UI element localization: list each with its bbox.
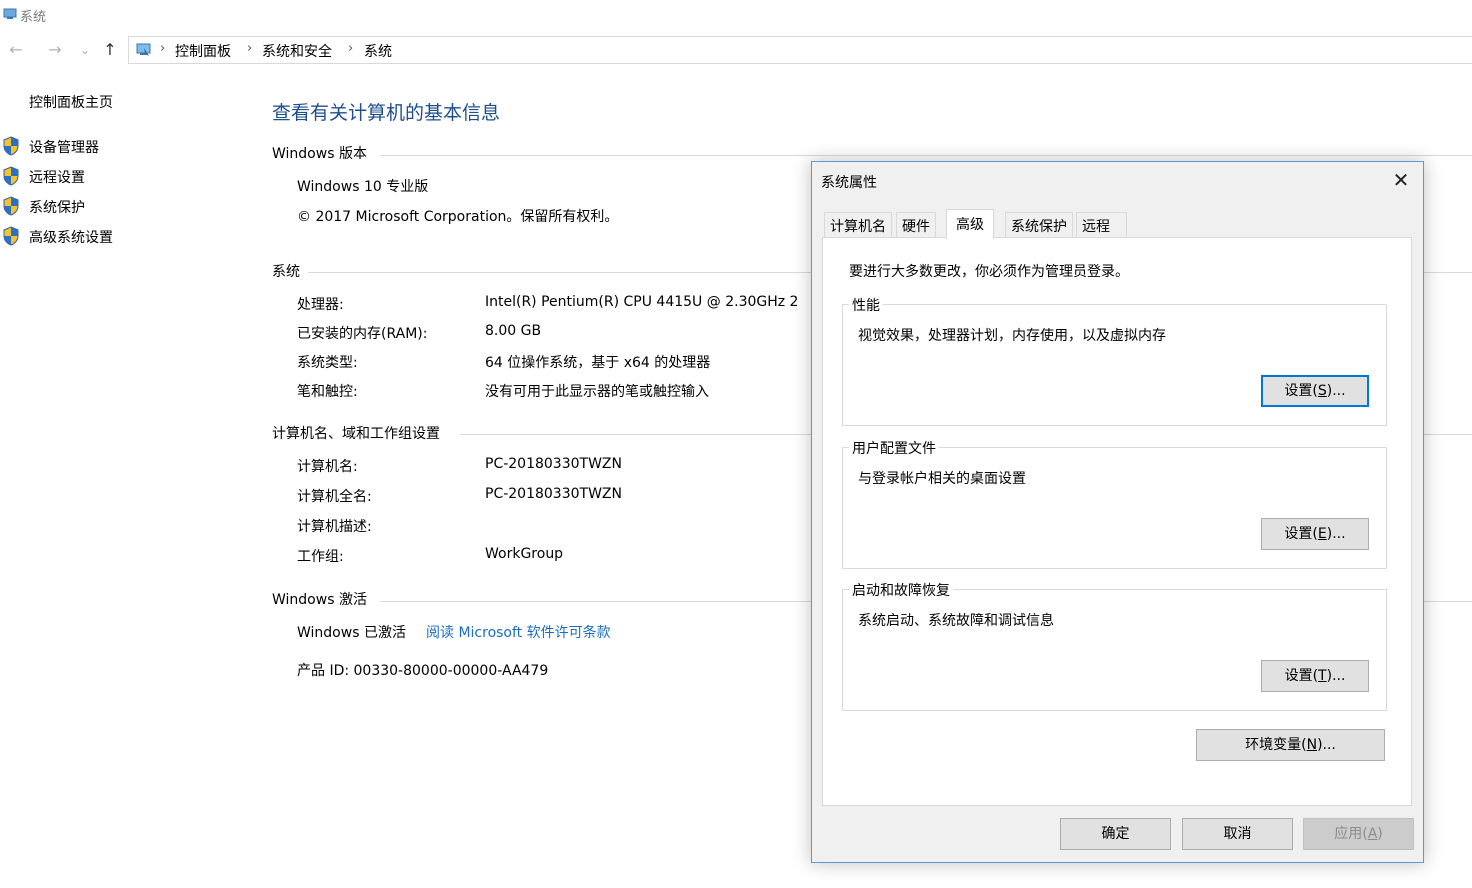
sidebar-item-system-protection[interactable]: 系统保护	[29, 197, 85, 217]
back-arrow-icon[interactable]: ←	[6, 40, 26, 60]
breadcrumb-system[interactable]: 系统	[364, 41, 392, 61]
system-type-label: 系统类型:	[297, 355, 358, 371]
computer-name-label: 计算机名:	[297, 459, 358, 475]
full-computer-name-value: PC-20180330TWZN	[485, 486, 622, 502]
computer-description-label: 计算机描述:	[297, 519, 372, 535]
ok-button[interactable]: 确定	[1060, 818, 1171, 850]
forward-arrow-icon[interactable]: →	[45, 40, 65, 60]
section-heading-windows-edition: Windows 版本	[272, 146, 367, 162]
computer-name-value: PC-20180330TWZN	[485, 456, 622, 472]
environment-variables-button[interactable]: 环境变量(N)...	[1196, 729, 1385, 761]
address-bar[interactable]: › 控制面板 › 系统和安全 › 系统	[128, 36, 1472, 64]
workgroup-label: 工作组:	[297, 549, 344, 565]
dialog-title: 系统属性	[821, 175, 877, 191]
window-title: 系统	[20, 10, 47, 25]
performance-group: 性能 视觉效果，处理器计划，内存使用，以及虚拟内存 设置(S)...	[842, 295, 1387, 426]
tab-system-protection[interactable]: 系统保护	[1005, 212, 1073, 238]
startup-recovery-group-desc: 系统启动、系统故障和调试信息	[858, 613, 1054, 629]
sidebar-item-remote-settings[interactable]: 远程设置	[29, 167, 85, 187]
user-profiles-group-title: 用户配置文件	[849, 438, 939, 458]
uac-shield-icon	[3, 226, 19, 246]
uac-shield-icon	[3, 136, 19, 156]
pen-touch-label: 笔和触控:	[297, 384, 358, 400]
uac-shield-icon	[3, 196, 19, 216]
section-heading-system: 系统	[272, 264, 300, 280]
processor-value: Intel(R) Pentium(R) CPU 4415U @ 2.30GHz …	[485, 294, 799, 310]
tab-computer-name[interactable]: 计算机名	[824, 212, 892, 238]
section-heading-computer-name: 计算机名、域和工作组设置	[272, 426, 440, 442]
performance-group-desc: 视觉效果，处理器计划，内存使用，以及虚拟内存	[858, 328, 1166, 344]
breadcrumb-separator: ›	[160, 41, 166, 56]
activation-status: Windows 已激活	[297, 625, 406, 641]
license-terms-link[interactable]: 阅读 Microsoft 软件许可条款	[426, 622, 611, 642]
close-icon[interactable]: ✕	[1391, 168, 1411, 192]
cancel-button[interactable]: 取消	[1182, 818, 1293, 850]
section-heading-activation: Windows 激活	[272, 592, 367, 608]
recent-locations-chevron-icon[interactable]: ⌄	[75, 40, 95, 60]
breadcrumb-separator[interactable]: ›	[348, 41, 353, 56]
startup-recovery-group: 启动和故障恢复 系统启动、系统故障和调试信息 设置(T)...	[842, 580, 1387, 711]
performance-group-title: 性能	[849, 295, 883, 315]
tab-remote[interactable]: 远程	[1076, 212, 1127, 238]
product-id: 产品 ID: 00330-80000-00000-AA479	[297, 663, 549, 679]
ram-value: 8.00 GB	[485, 323, 542, 339]
processor-label: 处理器:	[297, 297, 344, 313]
control-panel-home-link[interactable]: 控制面板主页	[29, 92, 113, 112]
full-computer-name-label: 计算机全名:	[297, 489, 372, 505]
up-arrow-icon[interactable]: ↑	[100, 40, 120, 60]
pen-touch-value: 没有可用于此显示器的笔或触控输入	[485, 384, 709, 400]
windows-edition: Windows 10 专业版	[297, 179, 429, 195]
user-profiles-settings-button[interactable]: 设置(E)...	[1261, 518, 1369, 550]
user-profiles-group-desc: 与登录帐户相关的桌面设置	[858, 471, 1026, 487]
advanced-tab-panel: 要进行大多数更改，你必须作为管理员登录。 性能 视觉效果，处理器计划，内存使用，…	[822, 237, 1412, 806]
workgroup-value: WorkGroup	[485, 546, 564, 562]
performance-settings-button[interactable]: 设置(S)...	[1261, 375, 1369, 407]
sidebar-item-advanced-settings[interactable]: 高级系统设置	[29, 227, 113, 247]
sidebar-item-device-manager[interactable]: 设备管理器	[29, 137, 99, 157]
startup-recovery-group-title: 启动和故障恢复	[849, 580, 953, 600]
page-title: 查看有关计算机的基本信息	[272, 102, 501, 124]
navigation-bar: ← → ⌄ ↑ › 控制面板 › 系统和安全 › 系统	[0, 36, 1472, 64]
uac-shield-icon	[3, 166, 19, 186]
admin-note: 要进行大多数更改，你必须作为管理员登录。	[849, 264, 1129, 280]
system-properties-dialog: 系统属性 ✕ 计算机名 硬件 高级 系统保护 远程 要进行大多数更改，你必须作为…	[811, 161, 1424, 863]
apply-button[interactable]: 应用(A)	[1303, 818, 1414, 850]
startup-recovery-settings-button[interactable]: 设置(T)...	[1261, 660, 1369, 692]
ram-label: 已安装的内存(RAM):	[297, 326, 428, 342]
tab-advanced[interactable]: 高级	[946, 209, 994, 239]
breadcrumb-separator[interactable]: ›	[247, 41, 252, 56]
breadcrumb-system-security[interactable]: 系统和安全	[262, 41, 332, 61]
user-profiles-group: 用户配置文件 与登录帐户相关的桌面设置 设置(E)...	[842, 438, 1387, 569]
tab-hardware[interactable]: 硬件	[896, 212, 936, 238]
copyright-text: © 2017 Microsoft Corporation。保留所有权利。	[297, 209, 619, 225]
control-panel-icon	[136, 43, 151, 56]
system-type-value: 64 位操作系统，基于 x64 的处理器	[485, 355, 711, 371]
breadcrumb-control-panel[interactable]: 控制面板	[175, 41, 231, 61]
section-divider	[380, 155, 1472, 156]
system-icon	[3, 8, 17, 19]
title-bar: 系统	[0, 0, 1472, 30]
